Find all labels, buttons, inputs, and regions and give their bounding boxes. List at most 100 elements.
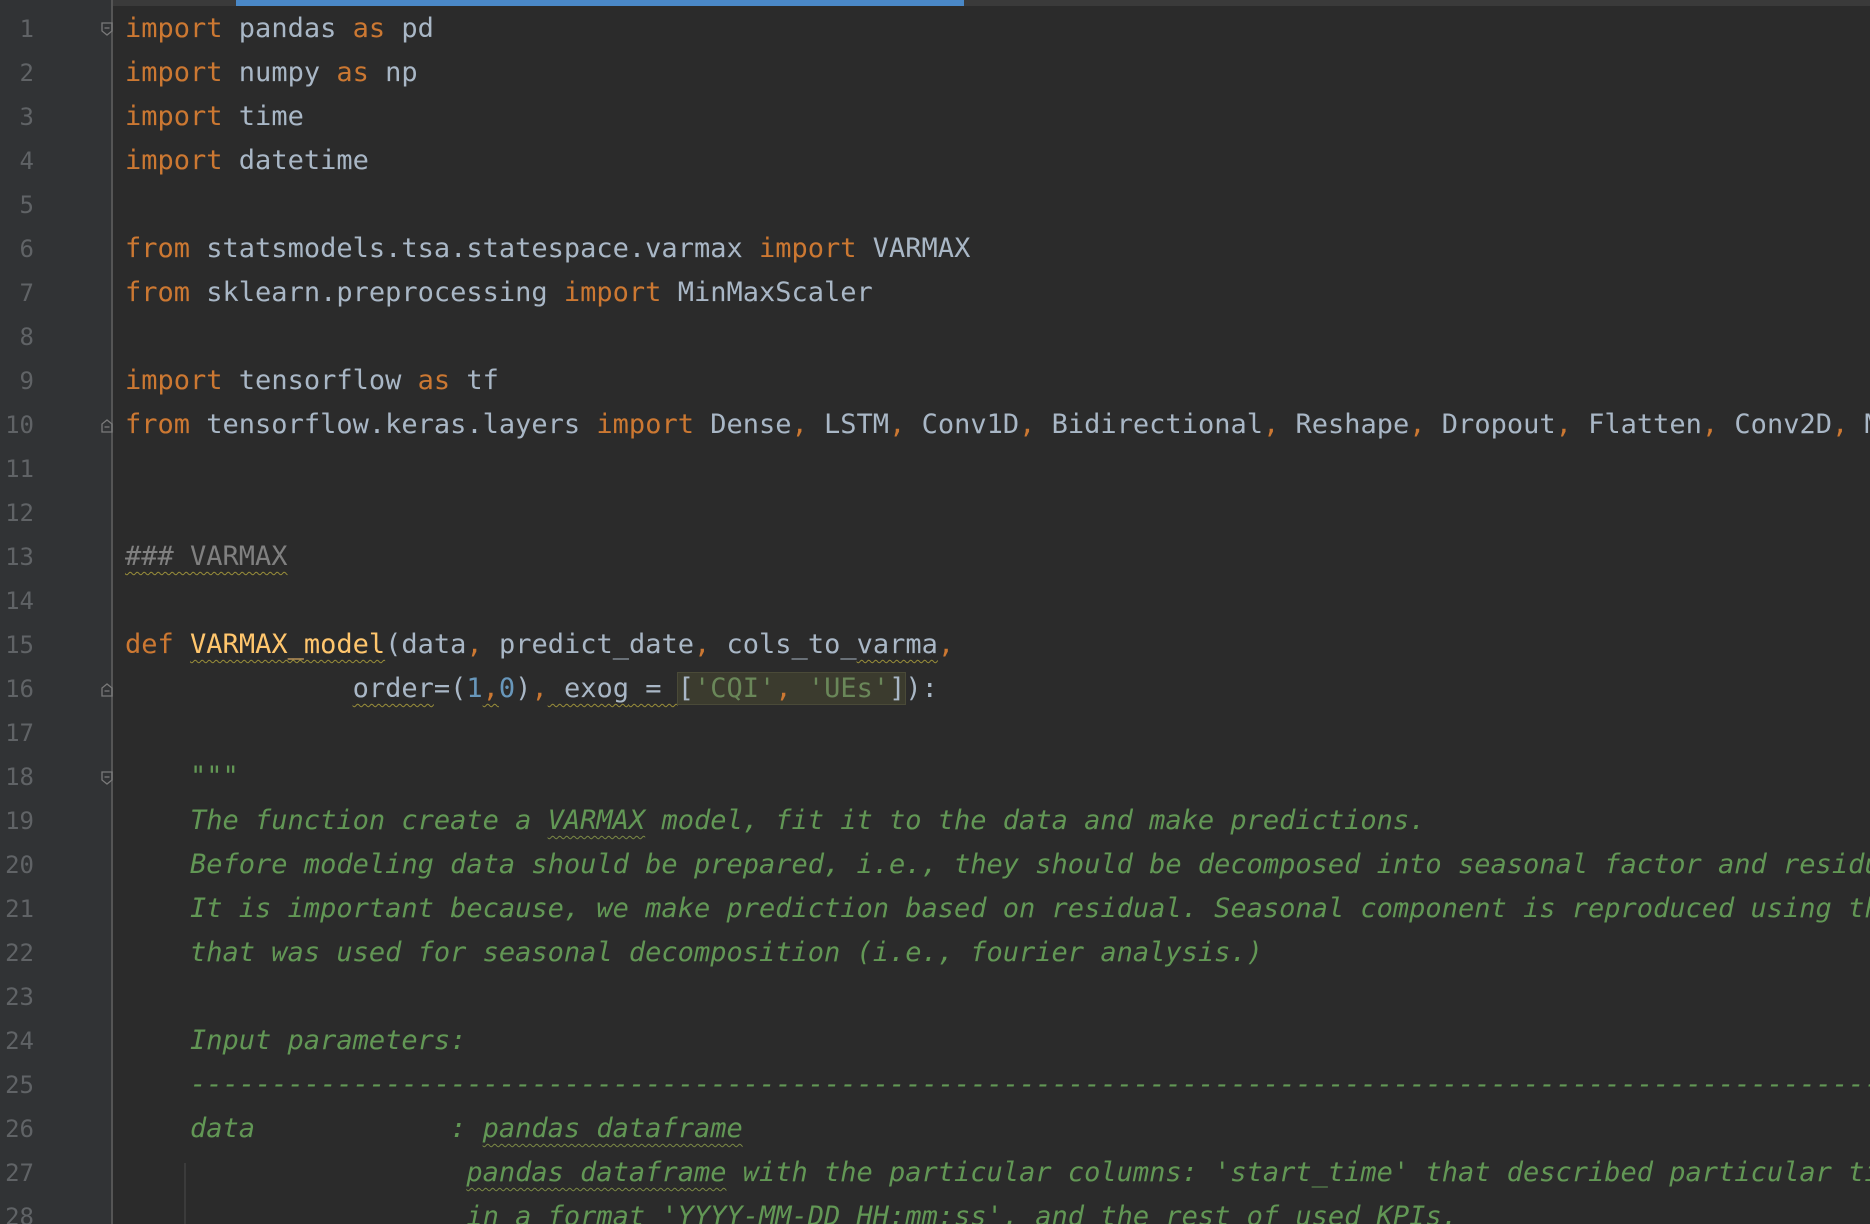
line-number: 18	[5, 763, 34, 791]
line-number: 19	[5, 807, 34, 835]
docstring-text: Before modeling data should be prepared,…	[125, 849, 1870, 880]
keyword: from	[125, 409, 191, 440]
code-line-19[interactable]: The function create a VARMAX model, fit …	[125, 799, 1425, 843]
paren: (	[385, 629, 402, 660]
code-line-28[interactable]: in a format 'YYYY-MM-DD HH:mm:ss', and t…	[125, 1195, 1458, 1224]
fold-open-icon[interactable]	[101, 771, 113, 785]
line-number: 17	[5, 719, 34, 747]
line-number: 25	[5, 1071, 34, 1099]
module-name: tensorflow.keras.layers	[190, 409, 597, 440]
docstring-quote: """	[125, 761, 239, 792]
paren: ):	[905, 673, 938, 704]
comma: ,	[937, 629, 955, 660]
module-name: sklearn.preprocessing	[190, 277, 564, 308]
horizontal-scroll-thumb[interactable]	[236, 0, 964, 6]
keyword: def	[125, 629, 174, 660]
parameter: data	[401, 629, 467, 660]
alias: pd	[385, 13, 434, 44]
number: 1	[466, 673, 483, 704]
docstring-text: Input parameters:	[125, 1025, 467, 1056]
module-name: tensorflow	[222, 365, 418, 396]
comma: ,	[1701, 409, 1719, 440]
function-name: VARMAX_model	[190, 629, 386, 660]
line-number: 15	[5, 631, 34, 659]
keyword: import	[125, 145, 223, 176]
bracket: ]	[889, 673, 906, 704]
comma: ,	[1555, 409, 1572, 440]
comma: ,	[482, 673, 499, 704]
imported-name: Dropout	[1425, 409, 1556, 440]
module-name: statsmodels.tsa.statespace.varmax	[190, 233, 759, 264]
comma: ,	[1409, 409, 1426, 440]
docstring-text: model, fit it to the data and make predi…	[645, 805, 1426, 836]
imported-name: Reshape	[1279, 409, 1410, 440]
parameter: exog	[547, 673, 629, 704]
line-number: 28	[5, 1203, 34, 1224]
parameter-typo: varma	[856, 629, 938, 660]
code-line-1[interactable]: import pandas as pd	[125, 7, 434, 51]
alias: np	[368, 57, 418, 88]
fold-close-icon[interactable]	[101, 419, 113, 433]
code-line-27[interactable]: pandas dataframe with the particular col…	[125, 1151, 1870, 1195]
line-number: 20	[5, 851, 34, 879]
code-line-13[interactable]: ### VARMAX	[125, 535, 288, 579]
code-line-21[interactable]: It is important because, we make predict…	[125, 887, 1870, 931]
line-number: 24	[5, 1027, 34, 1055]
keyword: as	[336, 57, 369, 88]
comma: ,	[694, 629, 711, 660]
line-number: 14	[5, 587, 34, 615]
docstring-text: The function create a	[125, 805, 548, 836]
comma: ,	[775, 673, 792, 704]
paren: )	[515, 673, 532, 704]
line-number: 4	[19, 147, 34, 175]
string: 'CQI'	[694, 673, 776, 704]
code-line-22[interactable]: that was used for seasonal decomposition…	[125, 931, 1263, 975]
code-line-25[interactable]: ----------------------------------------…	[125, 1063, 1870, 1107]
code-line-9[interactable]: import tensorflow as tf	[125, 359, 499, 403]
comma: ,	[531, 673, 548, 704]
module-name: numpy	[222, 57, 337, 88]
module-name: pandas	[222, 13, 353, 44]
code-line-2[interactable]: import numpy as np	[125, 51, 418, 95]
parameter: cols_to_	[710, 629, 857, 660]
line-number: 16	[5, 675, 34, 703]
code-line-18[interactable]: """	[125, 755, 239, 799]
imported-name: Bidirectional	[1035, 409, 1263, 440]
number: 0	[498, 673, 516, 704]
bracket: [	[677, 673, 695, 704]
fold-open-icon[interactable]	[101, 22, 113, 36]
imported-name: Ma	[1848, 409, 1870, 440]
keyword: import	[563, 277, 662, 308]
code-line-10[interactable]: from tensorflow.keras.layers import Dens…	[125, 403, 1870, 447]
line-number: 21	[5, 895, 34, 923]
line-number: 7	[19, 279, 34, 307]
line-number: 12	[5, 499, 34, 527]
code-line-6[interactable]: from statsmodels.tsa.statespace.varmax i…	[125, 227, 970, 271]
code-editor[interactable]: 1 2 3 4 5 6 7 8 9 10 11 12 13 14 15 16 1…	[0, 0, 1870, 1224]
code-line-7[interactable]: from sklearn.preprocessing import MinMax…	[125, 271, 873, 315]
docstring-text: data :	[125, 1113, 483, 1144]
code-line-20[interactable]: Before modeling data should be prepared,…	[125, 843, 1870, 887]
imported-name: Flatten	[1571, 409, 1702, 440]
code-line-3[interactable]: import time	[125, 95, 304, 139]
line-number: 8	[19, 323, 34, 351]
code-line-16[interactable]: order=(1,0), exog = ['CQI', 'UEs']):	[125, 667, 938, 711]
docstring-text: with the particular columns: 'start_time…	[726, 1157, 1870, 1188]
line-number: 23	[5, 983, 34, 1011]
comment: ### VARMAX	[125, 541, 288, 572]
keyword: import	[125, 101, 223, 132]
keyword: import	[125, 13, 223, 44]
parameter: order	[352, 673, 434, 704]
code-line-24[interactable]: Input parameters:	[125, 1019, 466, 1063]
code-line-4[interactable]: import datetime	[125, 139, 369, 183]
code-line-26[interactable]: data : pandas dataframe	[125, 1107, 743, 1151]
alias: tf	[450, 365, 499, 396]
fold-close-icon[interactable]	[101, 683, 113, 697]
comma: ,	[889, 409, 906, 440]
code-line-15[interactable]: def VARMAX_model(data, predict_date, col…	[125, 623, 954, 667]
module-name: time	[222, 101, 304, 132]
parameter: predict_date	[482, 629, 695, 660]
module-name: datetime	[222, 145, 369, 176]
keyword: import	[758, 233, 857, 264]
